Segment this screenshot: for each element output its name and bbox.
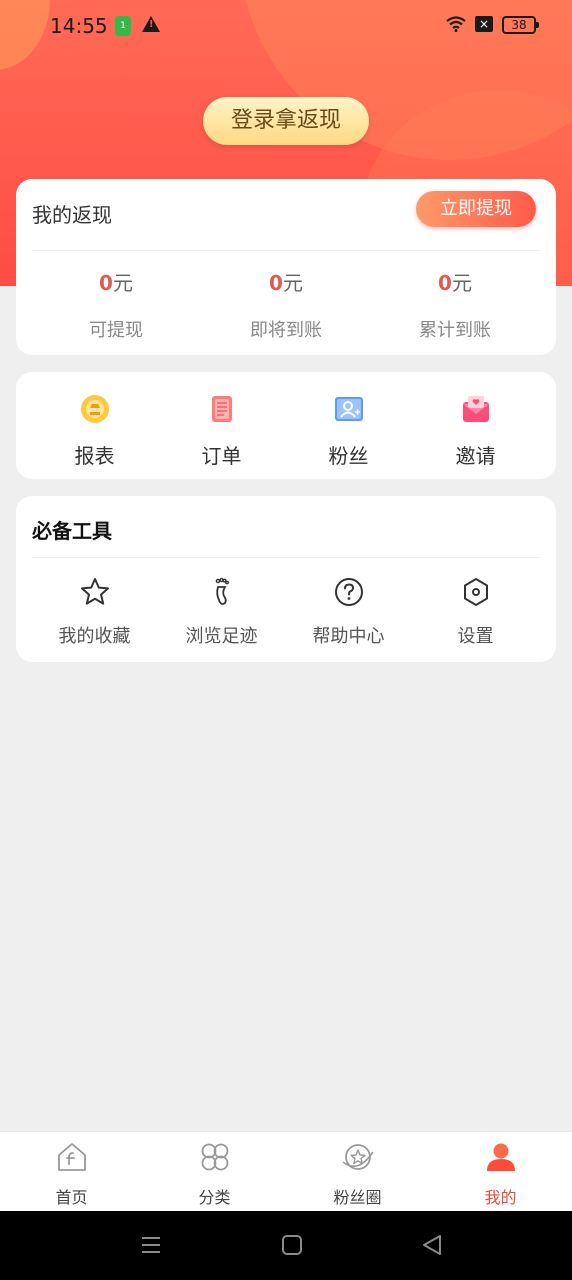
stat-value: 0 xyxy=(99,271,113,295)
stat-label: 可提现 xyxy=(89,320,143,341)
tool-label: 设置 xyxy=(457,626,494,647)
menu-icon[interactable] xyxy=(137,1233,165,1257)
menu-label: 粉丝 xyxy=(328,444,369,468)
stat-unit: 元 xyxy=(282,271,303,295)
stat-label: 累计到账 xyxy=(419,320,491,341)
menu-label: 订单 xyxy=(201,444,242,468)
tab-fan-circle[interactable]: 粉丝圈 xyxy=(286,1140,429,1208)
tab-label: 分类 xyxy=(198,1188,231,1207)
menu-item-report[interactable]: 报表 xyxy=(31,392,158,469)
report-icon xyxy=(80,395,109,423)
tool-item-history[interactable]: 浏览足迹 xyxy=(158,576,285,648)
stat-unit: 元 xyxy=(451,271,472,295)
stat-value: 0 xyxy=(438,271,452,295)
divider xyxy=(32,557,540,558)
cashback-card: 我的返现 立即提现 0元 可提现 0元 即将到账 0元 累计到账 xyxy=(16,179,556,355)
battery-icon: 38 xyxy=(502,16,539,34)
tool-item-help[interactable]: 帮助中心 xyxy=(285,576,412,648)
tab-label: 粉丝圈 xyxy=(333,1188,382,1207)
tool-item-settings[interactable]: 设置 xyxy=(412,576,539,648)
category-icon xyxy=(201,1143,228,1171)
menu-label: 邀请 xyxy=(455,444,496,468)
tab-label: 我的 xyxy=(484,1188,517,1207)
cashback-title: 我的返现 xyxy=(32,203,112,227)
status-bar: 14:55 1 × 38 xyxy=(0,0,572,52)
home-square-icon[interactable] xyxy=(278,1233,306,1257)
fan-circle-icon xyxy=(342,1144,374,1170)
tool-label: 我的收藏 xyxy=(58,626,131,647)
tool-item-favorites[interactable]: 我的收藏 xyxy=(31,576,158,648)
order-icon xyxy=(211,396,232,422)
quick-menu-card: 报表 订单 粉丝 邀请 xyxy=(16,372,556,479)
stat-pending[interactable]: 0元 即将到账 xyxy=(201,267,371,342)
profile-icon xyxy=(486,1143,515,1171)
home-icon xyxy=(57,1143,86,1171)
back-icon[interactable] xyxy=(418,1233,446,1257)
bottom-tab-bar: 首页 分类 粉丝圈 我的 xyxy=(0,1131,572,1211)
tab-category[interactable]: 分类 xyxy=(143,1140,286,1208)
tool-label: 帮助中心 xyxy=(312,626,385,647)
wifi-icon xyxy=(446,16,466,32)
invite-icon xyxy=(462,396,489,422)
tool-label: 浏览足迹 xyxy=(185,626,258,647)
stat-label: 即将到账 xyxy=(250,320,322,341)
tab-label: 首页 xyxy=(55,1188,88,1207)
tools-card: 必备工具 我的收藏 浏览足迹 帮助中心 设置 xyxy=(16,496,556,662)
no-sim-icon: × xyxy=(475,16,493,32)
fans-icon xyxy=(334,397,363,421)
stat-unit: 元 xyxy=(112,271,133,295)
warning-icon xyxy=(142,16,160,32)
menu-label: 报表 xyxy=(74,444,115,468)
menu-item-fans[interactable]: 粉丝 xyxy=(285,392,412,469)
stat-value: 0 xyxy=(269,271,283,295)
tab-profile[interactable]: 我的 xyxy=(429,1140,572,1208)
divider xyxy=(32,250,540,251)
system-nav-bar xyxy=(0,1211,572,1280)
tools-title: 必备工具 xyxy=(32,519,112,543)
settings-icon xyxy=(463,578,488,606)
login-cashback-button[interactable]: 登录拿返现 xyxy=(203,97,369,145)
sim-icon: 1 xyxy=(115,16,131,36)
help-icon xyxy=(334,578,363,606)
withdraw-button[interactable]: 立即提现 xyxy=(416,191,536,227)
tab-home[interactable]: 首页 xyxy=(0,1140,143,1208)
status-time: 14:55 xyxy=(50,14,108,38)
menu-item-invite[interactable]: 邀请 xyxy=(412,392,539,469)
footprint-icon xyxy=(215,577,229,605)
menu-item-order[interactable]: 订单 xyxy=(158,392,285,469)
stat-total[interactable]: 0元 累计到账 xyxy=(370,267,540,342)
star-icon xyxy=(80,578,109,605)
stat-withdrawable[interactable]: 0元 可提现 xyxy=(31,267,201,342)
